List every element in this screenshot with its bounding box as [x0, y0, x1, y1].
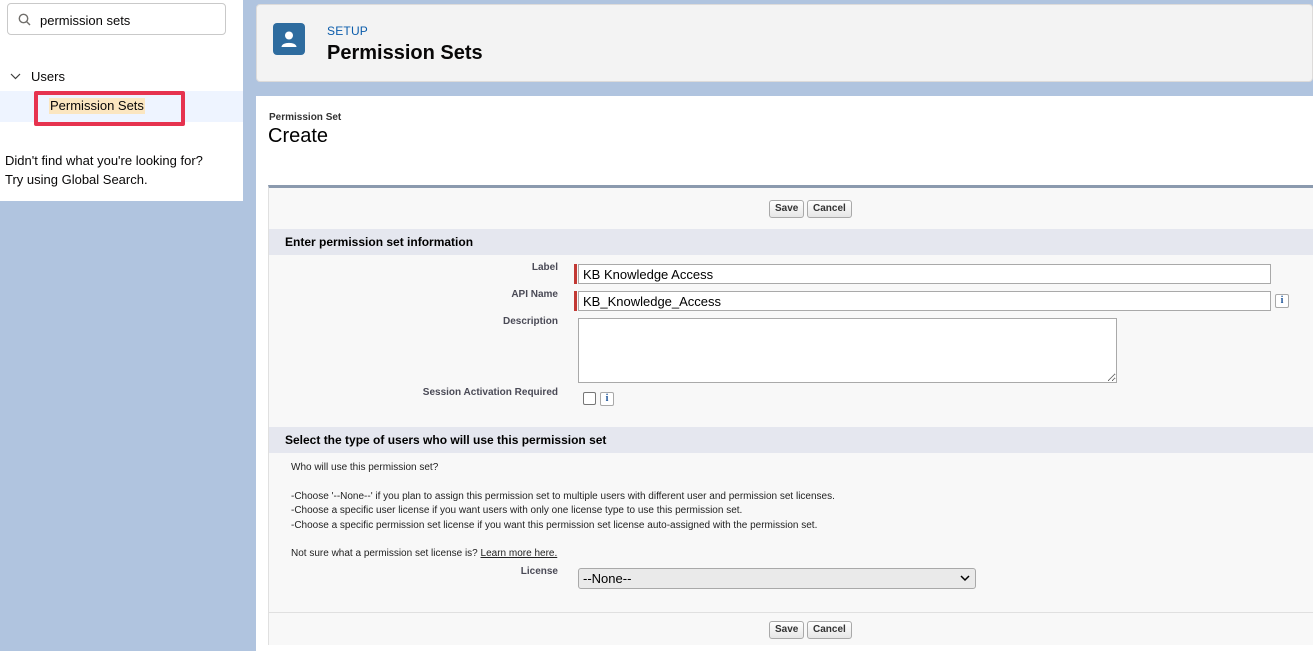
info-icon[interactable]: i [600, 392, 614, 406]
header-setup-label: SETUP [327, 24, 369, 38]
save-button-bottom[interactable]: Save [769, 621, 805, 639]
license-help-2: -Choose a specific user license if you w… [291, 505, 743, 516]
main-content: Permission Set Create Save Cancel Enter … [256, 96, 1313, 651]
user-icon [273, 23, 305, 55]
setup-sidebar: Users Permission Sets Didn't find what y… [0, 0, 243, 201]
save-button-top[interactable]: Save [769, 200, 805, 218]
tree-item-permission-sets[interactable]: Permission Sets [49, 98, 145, 114]
object-label: Permission Set [269, 112, 342, 123]
section-header-info: Enter permission set information [269, 229, 1313, 255]
label-field-label: Label [531, 262, 558, 273]
form-divider [269, 612, 1313, 613]
license-info-line: Not sure what a permission set license i… [291, 547, 557, 562]
quick-find-search-box[interactable] [7, 3, 226, 35]
license-help-3: -Choose a specific permission set licens… [291, 520, 818, 531]
chevron-down-icon [960, 575, 970, 582]
tree-node-users[interactable]: Users [10, 66, 65, 86]
license-select[interactable]: --None-- [578, 568, 976, 589]
cancel-button-bottom[interactable]: Cancel [807, 621, 852, 639]
global-search-hint: Didn't find what you're looking for? Try… [5, 151, 203, 189]
tree-node-users-label: Users [31, 68, 65, 84]
session-activation-label: Session Activation Required [422, 387, 558, 398]
required-indicator [574, 264, 577, 284]
required-indicator [574, 291, 577, 311]
search-icon [18, 13, 31, 26]
page-subtitle: Create [268, 125, 329, 147]
section-header-user-type: Select the type of users who will use th… [269, 427, 1313, 453]
session-activation-checkbox[interactable] [583, 392, 596, 405]
api-name-input[interactable] [578, 291, 1271, 311]
license-selected-value: --None-- [583, 571, 632, 586]
quick-find-input[interactable] [40, 11, 220, 29]
page-title: Permission Sets [327, 42, 483, 64]
license-help-1: -Choose '--None--' if you plan to assign… [291, 491, 835, 502]
license-field-label: License [520, 566, 558, 577]
api-name-field-label: API Name [511, 289, 558, 300]
hint-line-1: Didn't find what you're looking for? [5, 153, 203, 168]
cancel-button-top[interactable]: Cancel [807, 200, 852, 218]
chevron-down-icon[interactable] [10, 73, 21, 80]
permission-set-form: Save Cancel Enter permission set informa… [268, 185, 1313, 645]
learn-more-link[interactable]: Learn more here. [481, 548, 558, 559]
description-textarea[interactable] [578, 318, 1117, 383]
label-input[interactable] [578, 264, 1271, 284]
info-icon[interactable]: i [1275, 294, 1289, 308]
not-sure-text: Not sure what a permission set license i… [291, 548, 478, 559]
license-question: Who will use this permission set? [291, 462, 439, 473]
description-field-label: Description [502, 316, 558, 327]
setup-page-header: SETUP Permission Sets [256, 4, 1313, 82]
hint-line-2: Try using Global Search. [5, 172, 148, 187]
